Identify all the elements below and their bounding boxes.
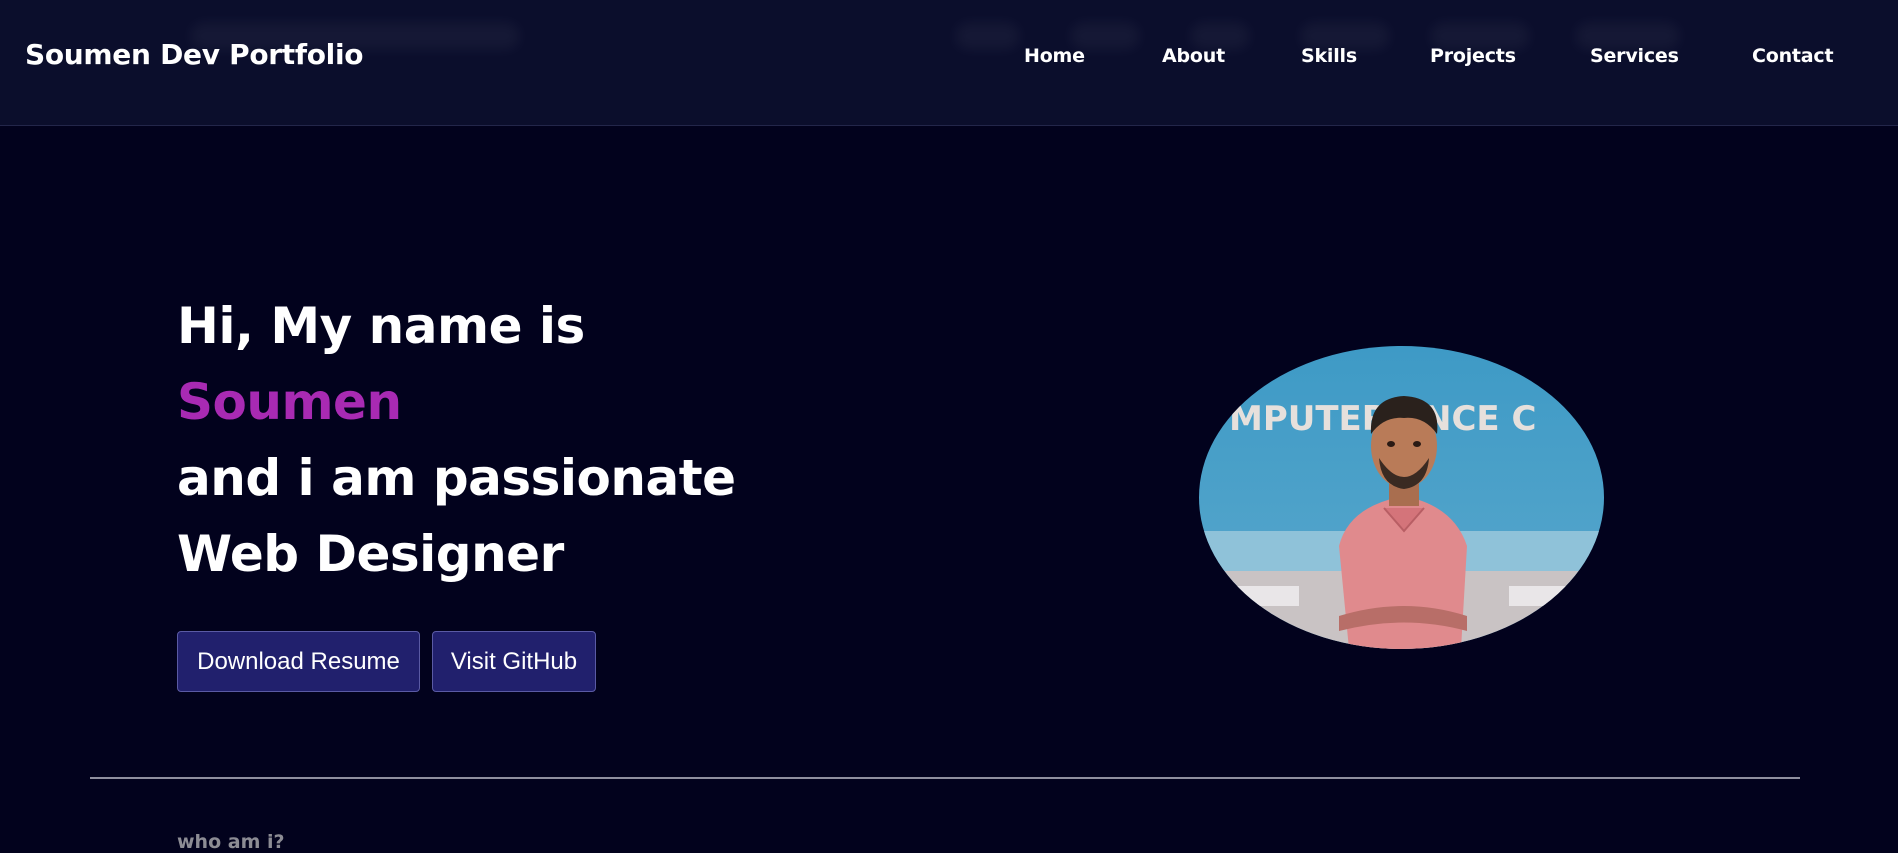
section-divider <box>90 777 1800 779</box>
nav-link-contact[interactable]: Contact <box>1752 45 1834 67</box>
navbar: Soumen Dev Portfolio Home About Skills P… <box>0 0 1898 126</box>
nav-link-projects[interactable]: Projects <box>1430 45 1516 67</box>
nav-link-services[interactable]: Services <box>1590 45 1679 67</box>
download-resume-button[interactable]: Download Resume <box>177 631 420 692</box>
profile-photo: MPUTER ENCE C <box>1199 346 1604 649</box>
hero-tagline: and i am passionate <box>177 449 736 507</box>
about-subtitle: who am i? <box>177 831 285 853</box>
nav-link-skills[interactable]: Skills <box>1301 45 1357 67</box>
brand-logo[interactable]: Soumen Dev Portfolio <box>25 38 364 71</box>
nav-link-home[interactable]: Home <box>1024 45 1085 67</box>
visit-github-button[interactable]: Visit GitHub <box>432 631 596 692</box>
hero-name: Soumen <box>177 373 402 431</box>
nav-link-about[interactable]: About <box>1162 45 1225 67</box>
blurred-backdrop <box>955 22 1020 50</box>
hero-greeting: Hi, My name is <box>177 297 585 355</box>
hero-role: Web Designer <box>177 525 564 583</box>
